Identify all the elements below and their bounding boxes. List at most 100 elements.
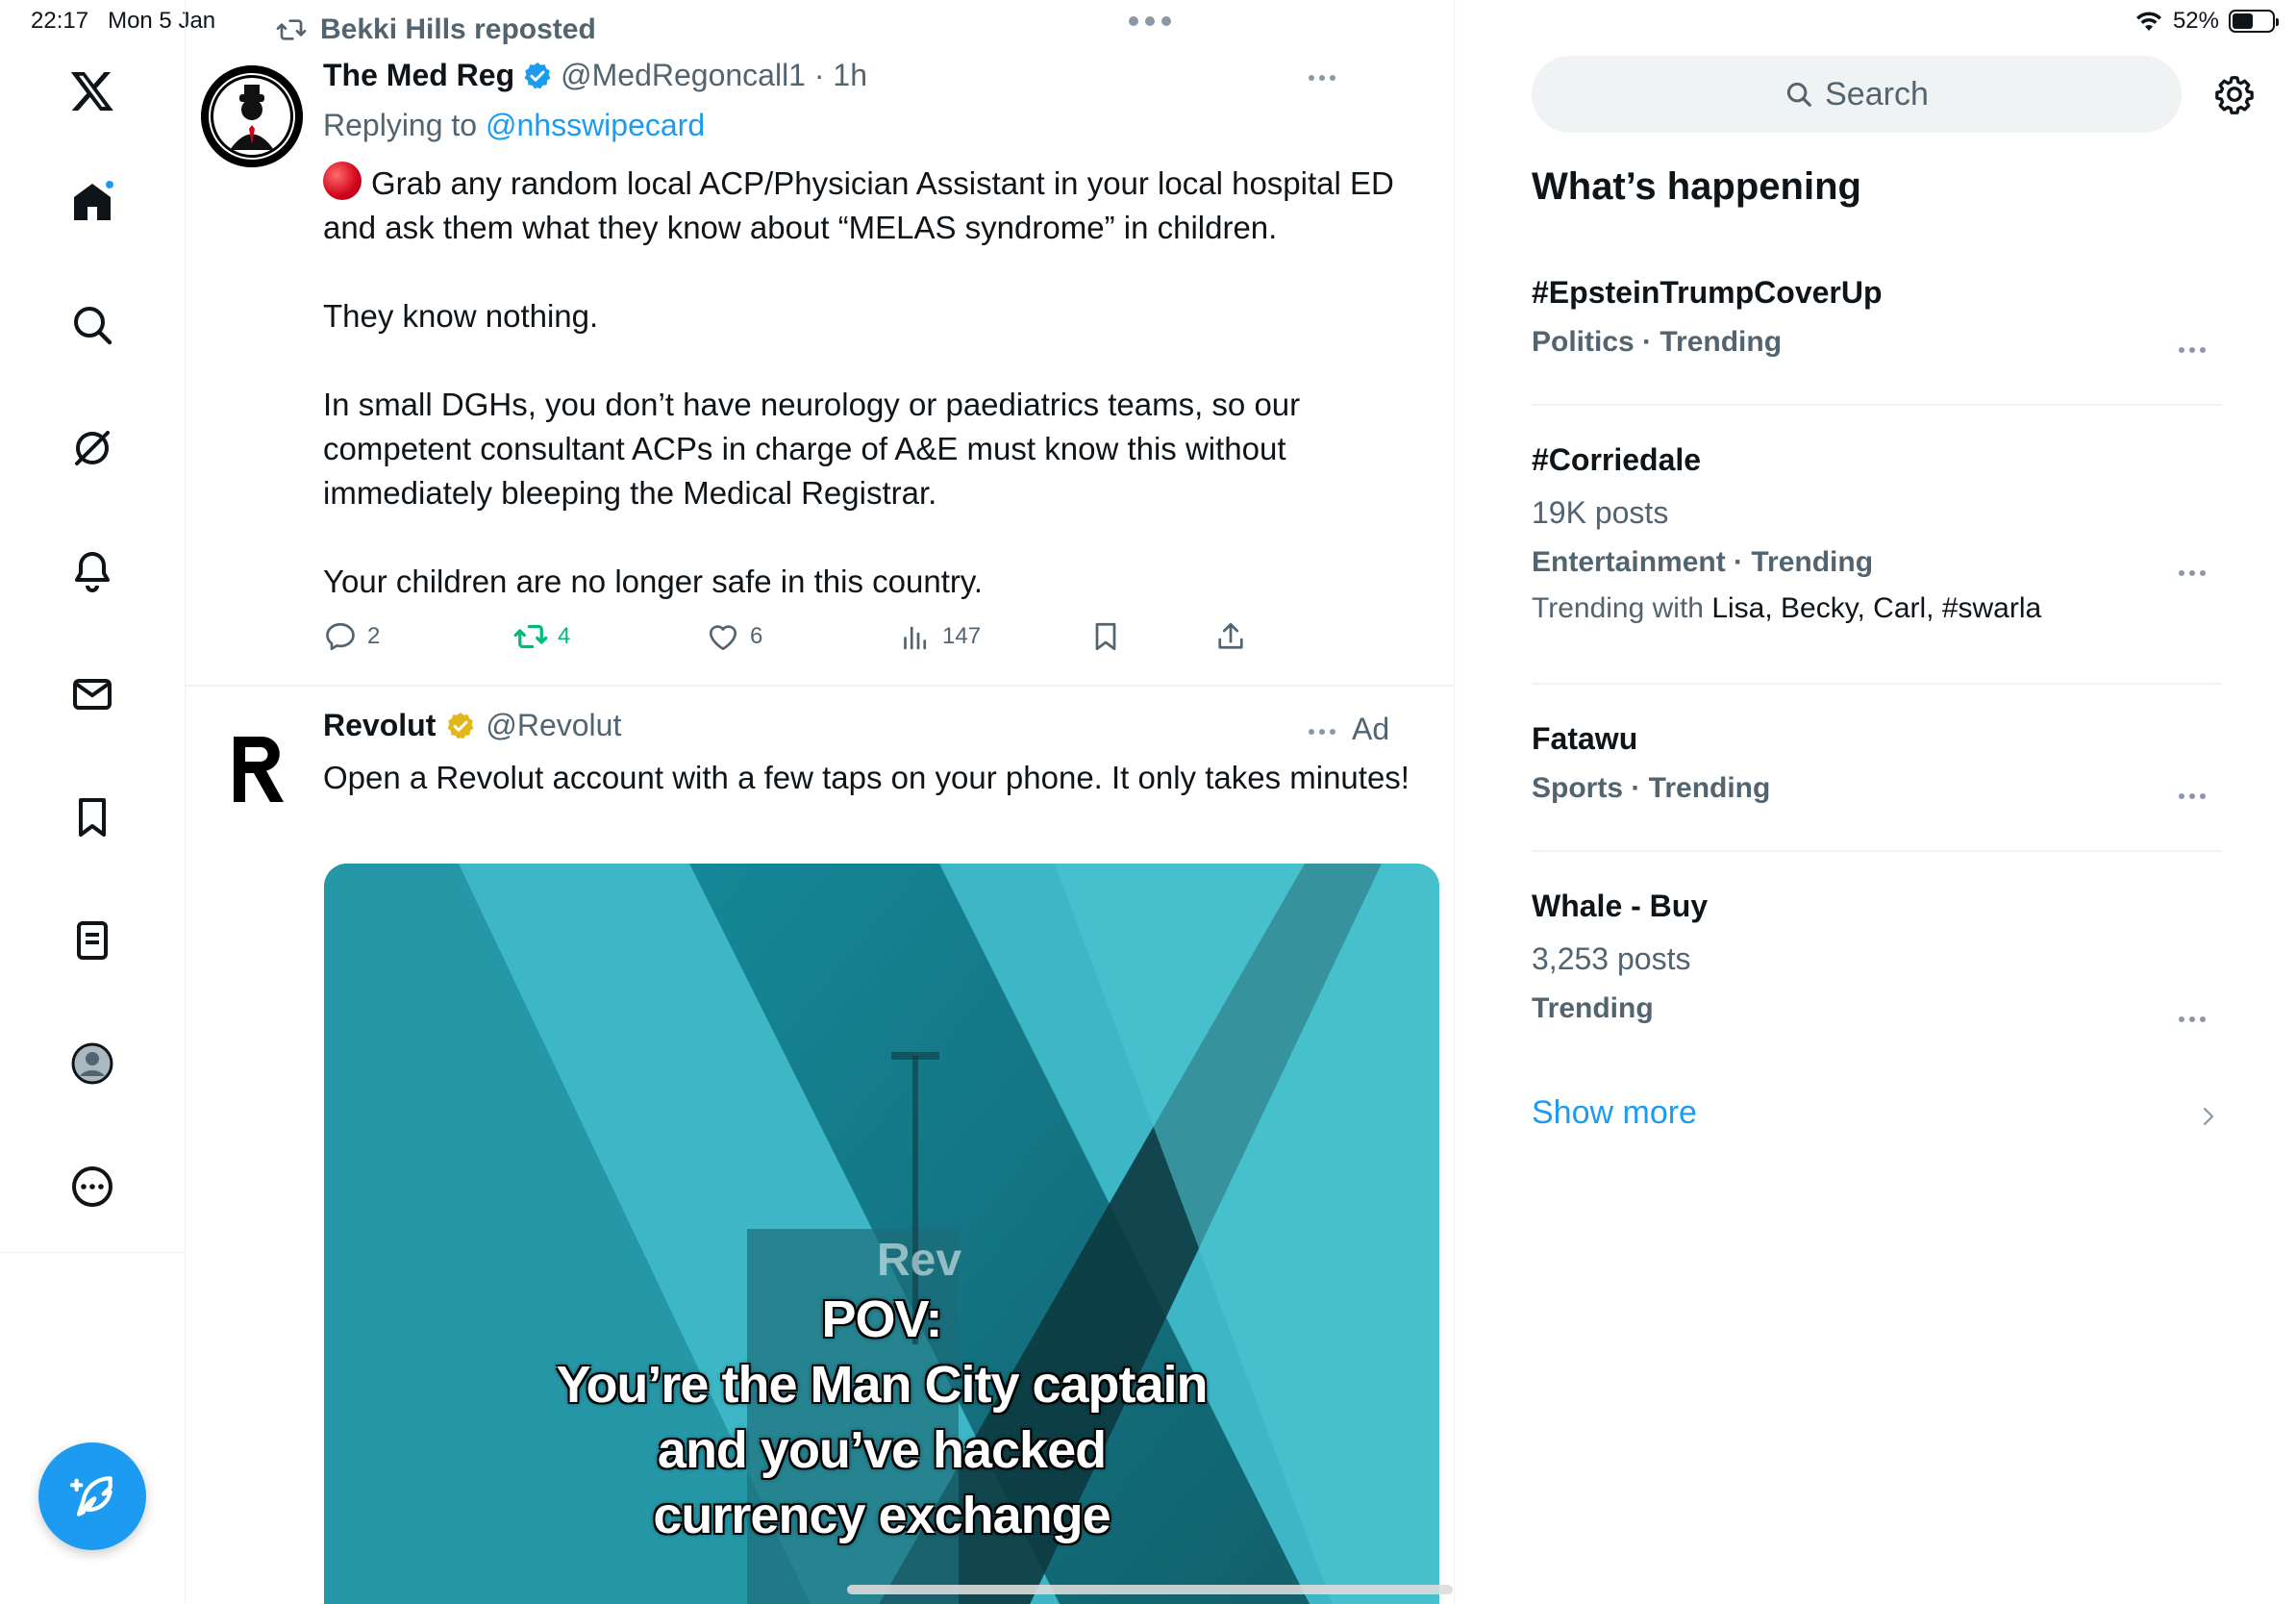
- ad-author-handle[interactable]: @Revolut: [486, 708, 621, 743]
- red-circle-emoji-icon: [323, 162, 362, 200]
- bookmarks-icon[interactable]: [62, 787, 123, 848]
- gold-verified-badge-icon: [447, 712, 474, 739]
- author-handle-time[interactable]: @MedRegoncall1 · 1h: [561, 58, 867, 93]
- post-paragraph-1: Grab any random local ACP/Physician Assi…: [323, 162, 1438, 250]
- search-icon: [1787, 82, 1811, 107]
- post-text: Grab any random local ACP/Physician Assi…: [323, 162, 1438, 648]
- trend-post-count: 19K posts: [1532, 495, 1669, 530]
- analytics-icon: [904, 626, 927, 650]
- post-divider: [186, 685, 1454, 687]
- repost-icon: [513, 624, 548, 649]
- trend-name: Whale - Buy: [1532, 889, 1709, 923]
- post-header: The Med Reg @MedRegoncall1 · 1h: [323, 58, 867, 93]
- ad-more-icon[interactable]: [1309, 729, 1335, 735]
- author-name[interactable]: The Med Reg: [323, 58, 514, 93]
- trend-related: Trending with Lisa, Becky, Carl, #swarla: [1532, 592, 2042, 624]
- messages-envelope-icon[interactable]: [62, 664, 123, 725]
- trend-more-icon[interactable]: [2179, 570, 2206, 576]
- trend-more-icon[interactable]: [2179, 347, 2206, 353]
- reposted-by-label: Bekki Hills reposted: [320, 13, 596, 45]
- replying-to: Replying to @nhsswipecard: [323, 108, 705, 143]
- trend-name: #EpsteinTrumpCoverUp: [1532, 275, 1883, 310]
- status-indicators: 52%: [2134, 8, 2279, 35]
- trend-name: #Corriedale: [1532, 442, 1702, 477]
- trend-related-names: Lisa, Becky, Carl, #swarla: [1711, 592, 2042, 624]
- bookmark-icon: [1095, 622, 1116, 651]
- med-reg-avatar[interactable]: [201, 65, 303, 167]
- timeline-feed: Bekki Hills reposted The Med Reg @MedReg…: [186, 0, 1455, 1604]
- post-paragraph-4: Your children are no longer safe in this…: [323, 564, 984, 599]
- ad-text: Open a Revolut account with a few taps o…: [323, 760, 1410, 795]
- heart-icon: [709, 625, 737, 651]
- revolut-logo[interactable]: [230, 731, 287, 808]
- repost-button[interactable]: 4: [513, 619, 570, 654]
- search-bar[interactable]: Search: [1532, 56, 2182, 133]
- view-count: 147: [942, 623, 982, 649]
- repost-icon: [276, 19, 307, 40]
- share-button[interactable]: [1213, 619, 1248, 654]
- caption-line-2: You’re the Man City captain: [556, 1356, 1208, 1414]
- trend-item[interactable]: #Corriedale 19K posts Entertainment · Tr…: [1532, 442, 2222, 625]
- repost-indicator[interactable]: Bekki Hills reposted: [276, 13, 596, 46]
- media-sign-text: Rev: [877, 1235, 962, 1286]
- caption-line-3: and you’ve hacked: [657, 1421, 1107, 1479]
- ad-video-media[interactable]: Rev POV: You’re the Man City captain and…: [324, 864, 1439, 1604]
- home-indicator[interactable]: [847, 1585, 1453, 1594]
- battery-icon: [2229, 10, 2279, 33]
- trend-meta: Politics · Trending: [1532, 326, 1783, 358]
- notifications-bell-icon[interactable]: [62, 540, 123, 602]
- trend-post-count: 3,253 posts: [1532, 941, 1691, 976]
- wifi-icon: [2135, 12, 2161, 31]
- home-notification-dot: [104, 179, 115, 190]
- replying-to-link[interactable]: @nhsswipecard: [486, 108, 705, 142]
- lists-icon[interactable]: [62, 910, 123, 971]
- ad-post-header: Revolut @Revolut: [323, 708, 621, 743]
- trend-more-icon[interactable]: [2179, 793, 2206, 799]
- media-caption: POV: You’re the Man City captain and you…: [324, 1287, 1439, 1548]
- more-options-icon[interactable]: [62, 1156, 123, 1217]
- like-button[interactable]: 6: [706, 619, 762, 654]
- trend-divider: [1532, 850, 2222, 852]
- trend-meta: Entertainment · Trending: [1532, 546, 1874, 578]
- like-count: 6: [750, 623, 763, 649]
- replying-prefix: Replying to: [323, 108, 486, 142]
- caption-line-4: currency exchange: [653, 1487, 1111, 1544]
- x-logo-icon[interactable]: [62, 60, 123, 121]
- trend-more-icon[interactable]: [2179, 1016, 2206, 1022]
- trend-divider: [1532, 683, 2222, 685]
- ad-label: Ad: [1352, 712, 1390, 746]
- home-icon[interactable]: [62, 171, 123, 233]
- show-more-link[interactable]: Show more: [1532, 1094, 1697, 1132]
- settings-gear-icon[interactable]: [2213, 73, 2256, 115]
- post-paragraph-2: They know nothing.: [323, 298, 599, 334]
- verified-badge-icon: [524, 62, 551, 88]
- whats-happening-title: What’s happening: [1532, 165, 1861, 208]
- trend-item[interactable]: Whale - Buy 3,253 posts Trending: [1532, 889, 2222, 1025]
- post-more-icon[interactable]: [1309, 75, 1335, 81]
- battery-percent: 52%: [2172, 8, 2219, 34]
- compose-feather-icon: [69, 1476, 112, 1516]
- grok-icon[interactable]: [62, 417, 123, 479]
- post-paragraph-3: In small DGHs, you don’t have neurology …: [323, 387, 1301, 511]
- ad-author-name[interactable]: Revolut: [323, 708, 436, 743]
- chevron-right-icon[interactable]: [2202, 1106, 2215, 1127]
- trend-divider: [1532, 404, 2222, 406]
- bookmark-button[interactable]: [1088, 619, 1123, 654]
- trend-item[interactable]: Fatawu Sports · Trending: [1532, 721, 2222, 805]
- trend-name: Fatawu: [1532, 721, 1638, 756]
- views-button[interactable]: 147: [898, 619, 981, 654]
- reply-icon: [326, 622, 355, 651]
- share-icon: [1218, 622, 1243, 649]
- search-icon[interactable]: [62, 294, 123, 356]
- trend-item[interactable]: #EpsteinTrumpCoverUp Politics · Trending: [1532, 275, 2222, 359]
- left-navigation: [0, 0, 186, 1253]
- caption-line-1: POV:: [821, 1291, 942, 1348]
- trend-meta: Trending: [1532, 992, 1654, 1024]
- compose-post-button[interactable]: [38, 1442, 146, 1550]
- profile-avatar-icon[interactable]: [62, 1033, 123, 1094]
- repost-count: 4: [558, 623, 571, 649]
- reply-count: 2: [367, 623, 381, 649]
- search-placeholder: Search: [1825, 75, 1929, 113]
- reply-button[interactable]: 2: [323, 619, 380, 654]
- trend-meta: Sports · Trending: [1532, 772, 1771, 804]
